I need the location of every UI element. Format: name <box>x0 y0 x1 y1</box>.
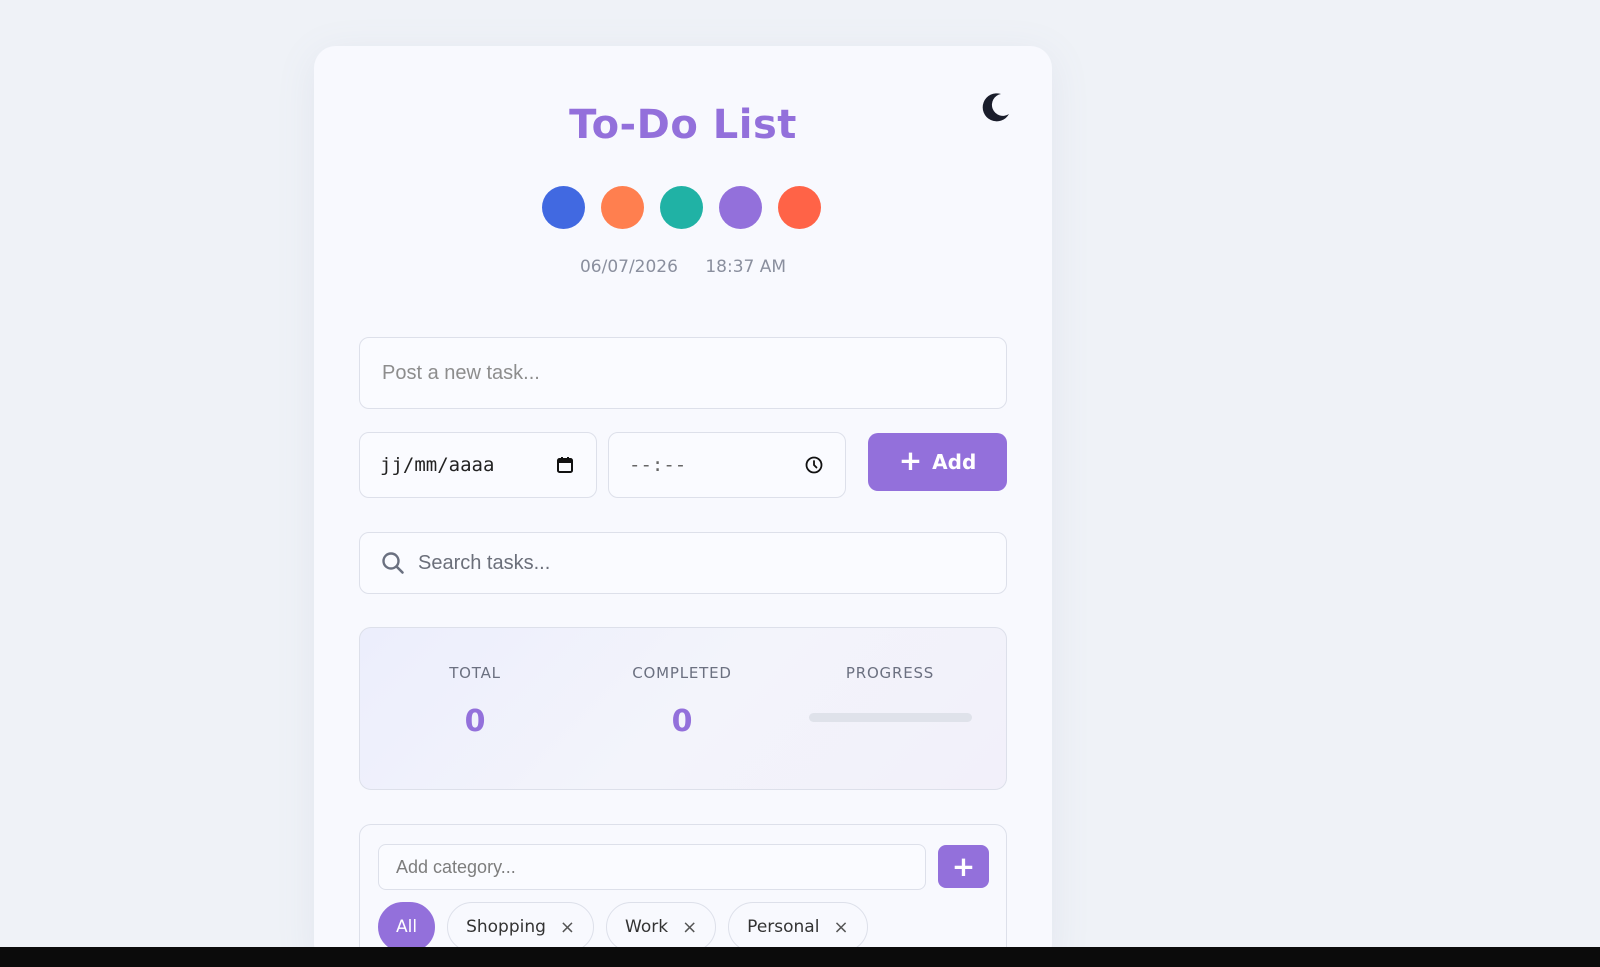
color-swatches <box>542 186 821 230</box>
swatch-purple[interactable] <box>719 186 762 229</box>
current-time: 18:37 AM <box>705 257 787 277</box>
clock-icon[interactable] <box>803 454 825 476</box>
remove-category-icon[interactable]: × <box>833 917 848 938</box>
add-task-button[interactable]: + Add <box>868 433 1007 491</box>
category-chip-work[interactable]: Work × <box>606 902 717 952</box>
due-date-value: jj/mm/aaaa <box>380 454 495 476</box>
category-panel: + All Shopping × Work × Personal × <box>359 824 1007 967</box>
category-chip-label: All <box>396 917 418 937</box>
stat-progress-label: PROGRESS <box>845 664 935 682</box>
stat-completed-label: COMPLETED <box>632 664 732 682</box>
progress-bar <box>809 713 972 722</box>
category-input[interactable] <box>378 844 926 890</box>
stat-progress: PROGRESS <box>790 664 990 682</box>
add-category-button[interactable]: + <box>938 845 989 888</box>
swatch-orange[interactable] <box>601 186 644 229</box>
category-chip-label: Personal <box>747 917 820 937</box>
current-date: 06/07/2026 <box>579 257 678 277</box>
stat-total-value: 0 <box>464 704 486 739</box>
swatch-red-orange[interactable] <box>778 186 821 229</box>
due-time-value: --:-- <box>629 454 687 476</box>
stat-completed: COMPLETED 0 <box>582 664 782 739</box>
remove-category-icon[interactable]: × <box>682 917 697 938</box>
swatch-blue[interactable] <box>542 186 585 229</box>
stats-panel: TOTAL 0 COMPLETED 0 PROGRESS <box>359 627 1007 790</box>
search-field[interactable] <box>359 532 1007 594</box>
stat-total-label: TOTAL <box>449 664 501 682</box>
category-chip-label: Shopping <box>466 917 546 937</box>
calendar-icon[interactable] <box>554 454 576 476</box>
stat-completed-value: 0 <box>671 704 693 739</box>
category-chip-shopping[interactable]: Shopping × <box>447 902 595 952</box>
category-chip-personal[interactable]: Personal × <box>728 902 868 952</box>
add-task-label: Add <box>932 450 977 474</box>
remove-category-icon[interactable]: × <box>560 917 575 938</box>
plus-icon: + <box>898 443 923 477</box>
new-task-input[interactable] <box>359 337 1007 409</box>
window-bottom-edge <box>0 947 1600 967</box>
current-datetime: 06/07/2026 18:37 AM <box>314 257 1052 277</box>
category-chip-all[interactable]: All <box>378 902 436 952</box>
todo-card: To-Do List 06/07/2026 18:37 AM jj/mm/aaa… <box>314 46 1052 967</box>
swatch-teal[interactable] <box>660 186 703 229</box>
search-input[interactable] <box>418 551 986 575</box>
category-chips: All Shopping × Work × Personal × <box>378 902 868 952</box>
stat-total: TOTAL 0 <box>375 664 575 739</box>
page-title: To-Do List <box>569 102 797 148</box>
category-chip-label: Work <box>625 917 669 937</box>
due-time-field[interactable]: --:-- <box>608 432 846 498</box>
due-date-field[interactable]: jj/mm/aaaa <box>359 432 597 498</box>
search-icon <box>382 552 404 574</box>
